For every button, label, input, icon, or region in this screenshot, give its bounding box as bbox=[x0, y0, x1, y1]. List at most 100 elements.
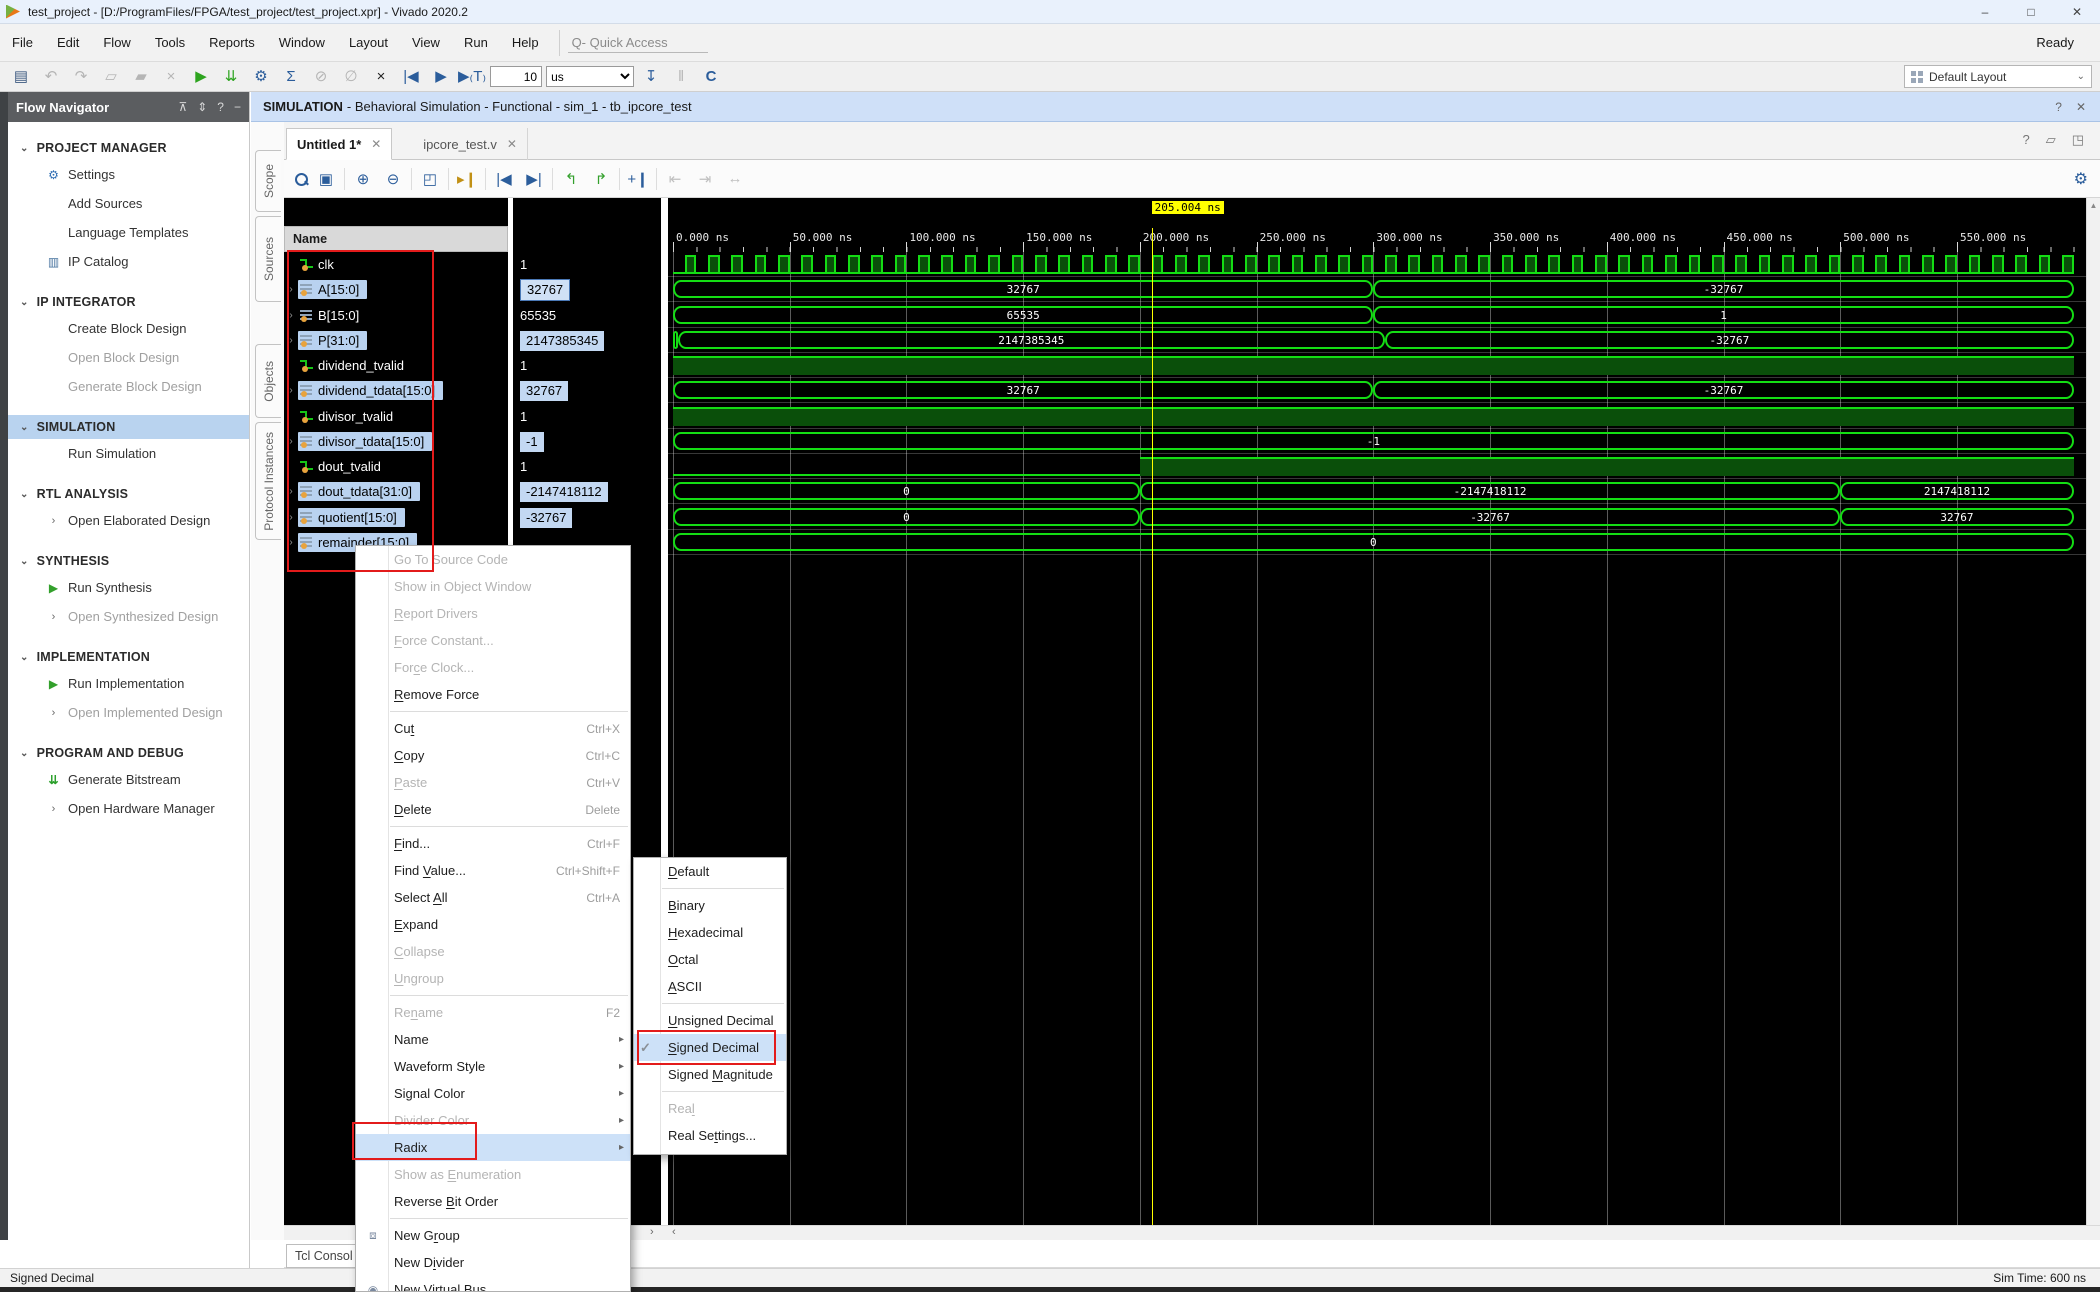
sidebar-item-add-sources[interactable]: Add Sources bbox=[8, 189, 249, 218]
sidebar-item-ip-catalog[interactable]: ▥IP Catalog bbox=[8, 247, 249, 276]
wave-lane-dividend_tvalid[interactable] bbox=[668, 353, 2086, 378]
name-column-header[interactable]: Name bbox=[284, 226, 508, 252]
tab-tcl-console[interactable]: Tcl Consol bbox=[286, 1244, 360, 1268]
menu-file[interactable]: File bbox=[0, 31, 45, 54]
menu-layout[interactable]: Layout bbox=[337, 31, 400, 54]
side-tab-objects[interactable]: Objects bbox=[255, 344, 281, 418]
menu-item-reverse-bit-order[interactable]: Reverse Bit Order bbox=[356, 1188, 630, 1215]
cursor-line[interactable] bbox=[1152, 228, 1153, 1225]
value-row-quotient-15-0-[interactable]: -32767 bbox=[513, 505, 661, 530]
tab-close-icon[interactable]: ✕ bbox=[507, 137, 517, 151]
panel-corner-icon[interactable]: ◳ bbox=[2072, 132, 2084, 148]
menu-tools[interactable]: Tools bbox=[143, 31, 197, 54]
menu-item-cut[interactable]: CutCtrl+X bbox=[356, 715, 630, 742]
side-tab-sources[interactable]: Sources bbox=[255, 216, 281, 302]
step-icon[interactable]: ↧ bbox=[638, 65, 664, 89]
menu-item-find-value-[interactable]: Find Value...Ctrl+Shift+F bbox=[356, 857, 630, 884]
flow-nav-header-icon[interactable]: ? bbox=[217, 100, 224, 114]
scroll-right-icon[interactable]: › bbox=[650, 1226, 654, 1238]
tab-untitled-1-[interactable]: Untitled 1*✕ bbox=[286, 128, 392, 160]
wave-lane-dividend_tdata-15-0-[interactable]: 32767-32767 bbox=[668, 378, 2086, 403]
menu-item-default[interactable]: Default bbox=[634, 858, 786, 885]
menu-item-hexadecimal[interactable]: Hexadecimal bbox=[634, 919, 786, 946]
value-row-dividend_tdata-15-0-[interactable]: 32767 bbox=[513, 378, 661, 403]
save-icon[interactable]: ▣ bbox=[314, 170, 338, 188]
value-row-A-15-0-[interactable]: 32767 bbox=[513, 277, 661, 302]
run-icon[interactable]: ▶ bbox=[188, 65, 214, 89]
menu-help[interactable]: Help bbox=[500, 31, 551, 54]
menu-item-signal-color[interactable]: Signal Color▸ bbox=[356, 1080, 630, 1107]
value-row-dividend_tvalid[interactable]: 1 bbox=[513, 353, 661, 378]
menu-item-signed-magnitude[interactable]: Signed Magnitude bbox=[634, 1061, 786, 1088]
add-marker-icon[interactable]: +❙ bbox=[626, 170, 650, 188]
layout-selector[interactable]: Default Layout ⌄ bbox=[1904, 65, 2092, 88]
wave-settings-gear-icon[interactable]: ⚙ bbox=[2074, 169, 2088, 189]
side-tab-scope[interactable]: Scope bbox=[255, 150, 281, 212]
sidebar-item-create-block-design[interactable]: Create Block Design bbox=[8, 314, 249, 343]
sidebar-section-ip-integrator[interactable]: ⌄IP INTEGRATOR bbox=[8, 290, 249, 314]
wave-lane-B-15-0-[interactable]: 655351 bbox=[668, 303, 2086, 328]
menu-reports[interactable]: Reports bbox=[197, 31, 267, 54]
clear-icon[interactable]: × bbox=[368, 65, 394, 89]
help-icon[interactable]: ? bbox=[2055, 100, 2062, 114]
wave-lane-clk[interactable] bbox=[668, 252, 2086, 277]
wave-lane-dout_tdata-31-0-[interactable]: 0-21474181122147418112 bbox=[668, 479, 2086, 504]
run-for-time-icon[interactable]: ▶₍T₎ bbox=[458, 65, 486, 89]
sidebar-section-synthesis[interactable]: ⌄SYNTHESIS bbox=[8, 549, 249, 573]
maximize-button[interactable]: □ bbox=[2008, 0, 2054, 24]
next-transition-icon[interactable]: ↱ bbox=[589, 170, 613, 188]
menu-view[interactable]: View bbox=[400, 31, 452, 54]
time-unit-select[interactable]: us bbox=[546, 66, 634, 87]
close-button[interactable]: ✕ bbox=[2054, 0, 2100, 24]
menu-item-find-[interactable]: Find...Ctrl+F bbox=[356, 830, 630, 857]
menu-item-waveform-style[interactable]: Waveform Style▸ bbox=[356, 1053, 630, 1080]
sidebar-item-open-elaborated-design[interactable]: ›Open Elaborated Design bbox=[8, 506, 249, 535]
sidebar-item-run-simulation[interactable]: Run Simulation bbox=[8, 439, 249, 468]
quick-access-input[interactable]: Q- Quick Access bbox=[568, 33, 708, 53]
prev-transition-icon[interactable]: ↰ bbox=[559, 170, 583, 188]
open-file-icon[interactable]: ▤ bbox=[8, 65, 34, 89]
flow-nav-header-icon[interactable]: ⇕ bbox=[197, 100, 207, 114]
tab-ipcore-test-v[interactable]: ipcore_test.v✕ bbox=[413, 128, 528, 160]
value-row-dout_tdata-31-0-[interactable]: -2147418112 bbox=[513, 479, 661, 504]
vertical-scrollbar[interactable]: ▲ bbox=[2086, 198, 2100, 1225]
go-to-last-icon[interactable]: ▶| bbox=[522, 170, 546, 188]
sim-time-input[interactable] bbox=[490, 66, 542, 87]
value-row-divisor_tdata-15-0-[interactable]: -1 bbox=[513, 429, 661, 454]
sidebar-section-simulation[interactable]: ⌄SIMULATION bbox=[8, 415, 249, 439]
sidebar-section-rtl-analysis[interactable]: ⌄RTL ANALYSIS bbox=[8, 482, 249, 506]
value-row-divisor_tvalid[interactable]: 1 bbox=[513, 404, 661, 429]
flow-nav-header-icon[interactable]: ⊼ bbox=[178, 100, 187, 114]
settings-icon[interactable]: ⚙ bbox=[248, 65, 274, 89]
wave-lane-A-15-0-[interactable]: 32767-32767 bbox=[668, 277, 2086, 302]
menu-item-new-virtual-bus[interactable]: ◉New Virtual Bus bbox=[356, 1276, 630, 1292]
menu-item-new-divider[interactable]: New Divider bbox=[356, 1249, 630, 1276]
restart-sim-icon[interactable]: |◀ bbox=[398, 65, 424, 89]
menu-item-delete[interactable]: DeleteDelete bbox=[356, 796, 630, 823]
side-tab-protocol-instances[interactable]: Protocol Instances bbox=[255, 422, 281, 540]
menu-item-ascii[interactable]: ASCII bbox=[634, 973, 786, 1000]
sidebar-item-generate-bitstream[interactable]: ⇊Generate Bitstream bbox=[8, 765, 249, 794]
zoom-out-icon[interactable]: ⊖ bbox=[381, 170, 405, 188]
sidebar-item-settings[interactable]: ⚙Settings bbox=[8, 160, 249, 189]
sidebar-item-run-implementation[interactable]: ▶Run Implementation bbox=[8, 669, 249, 698]
menu-item-binary[interactable]: Binary bbox=[634, 892, 786, 919]
menu-item-copy[interactable]: CopyCtrl+C bbox=[356, 742, 630, 769]
wave-lane-P-31-0-[interactable]: 2147385345-32767 bbox=[668, 328, 2086, 353]
search-icon[interactable] bbox=[294, 172, 308, 186]
zoom-fit-icon[interactable]: ◰ bbox=[418, 170, 442, 188]
value-row-dout_tvalid[interactable]: 1 bbox=[513, 454, 661, 479]
relaunch-icon[interactable]: C bbox=[698, 65, 724, 89]
close-panel-icon[interactable]: ✕ bbox=[2076, 100, 2086, 114]
value-row-clk[interactable]: 1 bbox=[513, 252, 661, 277]
menu-item-expand[interactable]: Expand bbox=[356, 911, 630, 938]
waveform-pane[interactable]: 205.004 ns 0.000 ns50.000 ns100.000 ns15… bbox=[668, 198, 2086, 1225]
panel-corner-icon[interactable]: ▱ bbox=[2046, 132, 2056, 148]
sidebar-section-program-and-debug[interactable]: ⌄PROGRAM AND DEBUG bbox=[8, 741, 249, 765]
generate-bitstream-icon[interactable]: ⇊ bbox=[218, 65, 244, 89]
wave-lane-dout_tvalid[interactable] bbox=[668, 454, 2086, 479]
menu-item-select-all[interactable]: Select AllCtrl+A bbox=[356, 884, 630, 911]
sidebar-item-open-hardware-manager[interactable]: ›Open Hardware Manager bbox=[8, 794, 249, 823]
value-row-P-31-0-[interactable]: 2147385345 bbox=[513, 328, 661, 353]
menu-flow[interactable]: Flow bbox=[91, 31, 142, 54]
